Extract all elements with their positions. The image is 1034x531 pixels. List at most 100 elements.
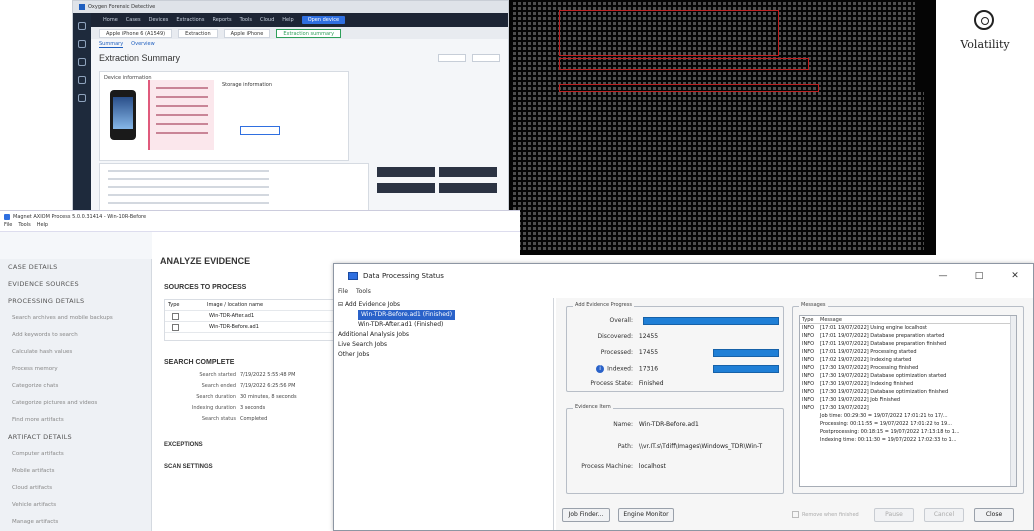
highlight-box [559, 84, 819, 92]
terminal-line [513, 142, 924, 145]
message-text: [17:30 19/07/2022] Database optimization… [820, 373, 947, 379]
menu-item[interactable]: Help [282, 17, 293, 23]
menu-item[interactable]: Devices [149, 17, 169, 23]
tile[interactable] [377, 183, 435, 193]
subtab-summary[interactable]: Summary [99, 41, 124, 48]
tools-icon[interactable] [78, 76, 86, 84]
messages-list[interactable]: Type Message INFO [17:01 19/07/2022] Usin… [799, 315, 1017, 487]
message-type: INFO [802, 333, 815, 339]
nav-item[interactable]: Vehicle artifacts [0, 497, 151, 514]
nav-item[interactable]: Calculate hash values [0, 344, 151, 361]
home-icon[interactable] [78, 22, 86, 30]
open-device-button[interactable]: Open device [301, 16, 346, 24]
phone-image [110, 90, 136, 140]
remove-when-finished-checkbox[interactable]: Remove when finished [792, 511, 859, 518]
action-button[interactable] [438, 54, 466, 62]
tab-apple-iphone[interactable]: Apple iPhone [223, 28, 271, 38]
tree-item[interactable]: ⊟ Add Evidence Jobs [338, 300, 549, 310]
tree-item[interactable]: Win-TDR-Before.ad1 (Finished) [338, 310, 549, 320]
menu-item[interactable]: Reports [212, 17, 231, 23]
nav-item[interactable]: Categorize chats [0, 378, 151, 395]
source-icon [172, 312, 179, 320]
summary-value: Completed [240, 416, 268, 422]
mobile-forensics-window: Oxygen Forensic Detective Home Cases Dev… [72, 0, 509, 212]
discovered-label: Discovered: [597, 333, 633, 340]
menu-item[interactable]: Tools [240, 17, 252, 23]
menu-tools[interactable]: Tools [18, 222, 30, 231]
storage-button[interactable] [240, 126, 280, 135]
processed-row: Processed: 17455 [567, 349, 658, 356]
tree-item[interactable]: Win-TDR-After.ad1 (Finished) [338, 320, 549, 330]
path-row: Path: \\vr.IT.s\Tdiff\Images\Windows_TDR… [567, 443, 762, 450]
nav-item[interactable]: Find more artifacts [0, 412, 151, 429]
volatility-brand: Volatility [960, 38, 1010, 51]
action-button[interactable] [472, 54, 500, 62]
progress-group: Add Evidence Progress Overall: Discovere… [566, 302, 784, 392]
dps-app-icon [348, 272, 358, 280]
exceptions-toggle[interactable]: EXCEPTIONS [164, 442, 203, 448]
message-type: INFO [802, 325, 815, 331]
nav-item[interactable]: Cloud artifacts [0, 480, 151, 497]
nav-item[interactable]: ARTIFACT DETAILS [0, 429, 151, 446]
tab-device[interactable]: Apple iPhone 6 (A1549) [99, 28, 173, 38]
cases-icon[interactable] [78, 40, 86, 48]
tile[interactable] [377, 167, 435, 177]
messages-scrollbar[interactable] [1010, 316, 1016, 486]
tree-item[interactable]: Additional Analysis Jobs [338, 330, 549, 340]
message-text: Indexing time: 00:11:30 = 19/07/2022 17:… [820, 437, 957, 443]
terminal-line [513, 162, 924, 165]
minimize-icon[interactable]: — [925, 264, 961, 288]
nav-item[interactable]: Categorize pictures and videos [0, 395, 151, 412]
menu-item[interactable]: Home [103, 17, 118, 23]
message-row: INFO [17:30 19/07/2022] [800, 404, 1016, 412]
menu-item[interactable]: Cloud [260, 17, 274, 23]
tile[interactable] [439, 167, 497, 177]
menu-item[interactable]: Extractions [176, 17, 204, 23]
nav-item[interactable]: Mobile artifacts [0, 463, 151, 480]
message-row: INFO [17:01 19/07/2022] Database preparat… [800, 332, 1016, 340]
message-type [800, 436, 820, 444]
overall-label: Overall: [609, 317, 633, 324]
axiom-nav: CASE DETAILS EVIDENCE SOURCES PROCESSING D… [0, 259, 152, 531]
axiom-app-icon [4, 213, 10, 220]
tree-item-label: Live Search Jobs [338, 341, 388, 348]
highlight-box [559, 10, 779, 56]
table-row[interactable]: Win-TDR-Before.ad1 [165, 322, 343, 333]
subtab-overview[interactable]: Overview [131, 41, 155, 47]
tile[interactable] [439, 183, 497, 193]
nav-item[interactable]: Search archives and mobile backups [0, 310, 151, 327]
menu-item[interactable]: Cases [126, 17, 141, 23]
nav-item[interactable]: Manage artifacts [0, 514, 151, 531]
message-row: INFO [17:30 19/07/2022] Indexing finished [800, 380, 1016, 388]
menu-tools[interactable]: Tools [356, 288, 371, 298]
nav-item[interactable]: Add keywords to search [0, 327, 151, 344]
job-finder-button[interactable]: Job Finder... [562, 508, 610, 522]
processed-progress-bar [713, 349, 779, 357]
tab-extraction-summary[interactable]: Extraction summary [276, 28, 342, 38]
close-button[interactable]: Close [974, 508, 1014, 522]
tab-extraction[interactable]: Extraction [178, 28, 218, 38]
nav-item[interactable]: Process memory [0, 361, 151, 378]
menu-file[interactable]: File [338, 288, 348, 298]
terminal-line [513, 122, 924, 125]
nav-item[interactable]: PROCESSING DETAILS [0, 293, 151, 310]
table-row[interactable]: Win-TDR-After.ad1 [165, 311, 343, 322]
maximize-icon[interactable]: □ [961, 264, 997, 288]
highlight-box [559, 58, 809, 70]
cancel-button[interactable]: Cancel [924, 508, 964, 522]
settings-icon[interactable] [78, 94, 86, 102]
menu-help[interactable]: Help [37, 222, 48, 231]
nav-item[interactable]: Computer artifacts [0, 446, 151, 463]
nav-item[interactable]: EVIDENCE SOURCES [0, 276, 151, 293]
nav-item[interactable]: CASE DETAILS [0, 259, 151, 276]
tree-item[interactable]: Other Jobs [338, 350, 549, 360]
terminal-line [513, 222, 924, 225]
devices-icon[interactable] [78, 58, 86, 66]
message-row: Processing: 00:11:55 = 19/07/2022 17:01:… [800, 420, 1016, 428]
tree-item[interactable]: Live Search Jobs [338, 340, 549, 350]
scan-settings-toggle[interactable]: SCAN SETTINGS [164, 464, 213, 470]
engine-monitor-button[interactable]: Engine Monitor [618, 508, 674, 522]
pause-button[interactable]: Pause [874, 508, 914, 522]
menu-file[interactable]: File [4, 222, 12, 231]
close-icon[interactable]: ✕ [997, 264, 1033, 288]
